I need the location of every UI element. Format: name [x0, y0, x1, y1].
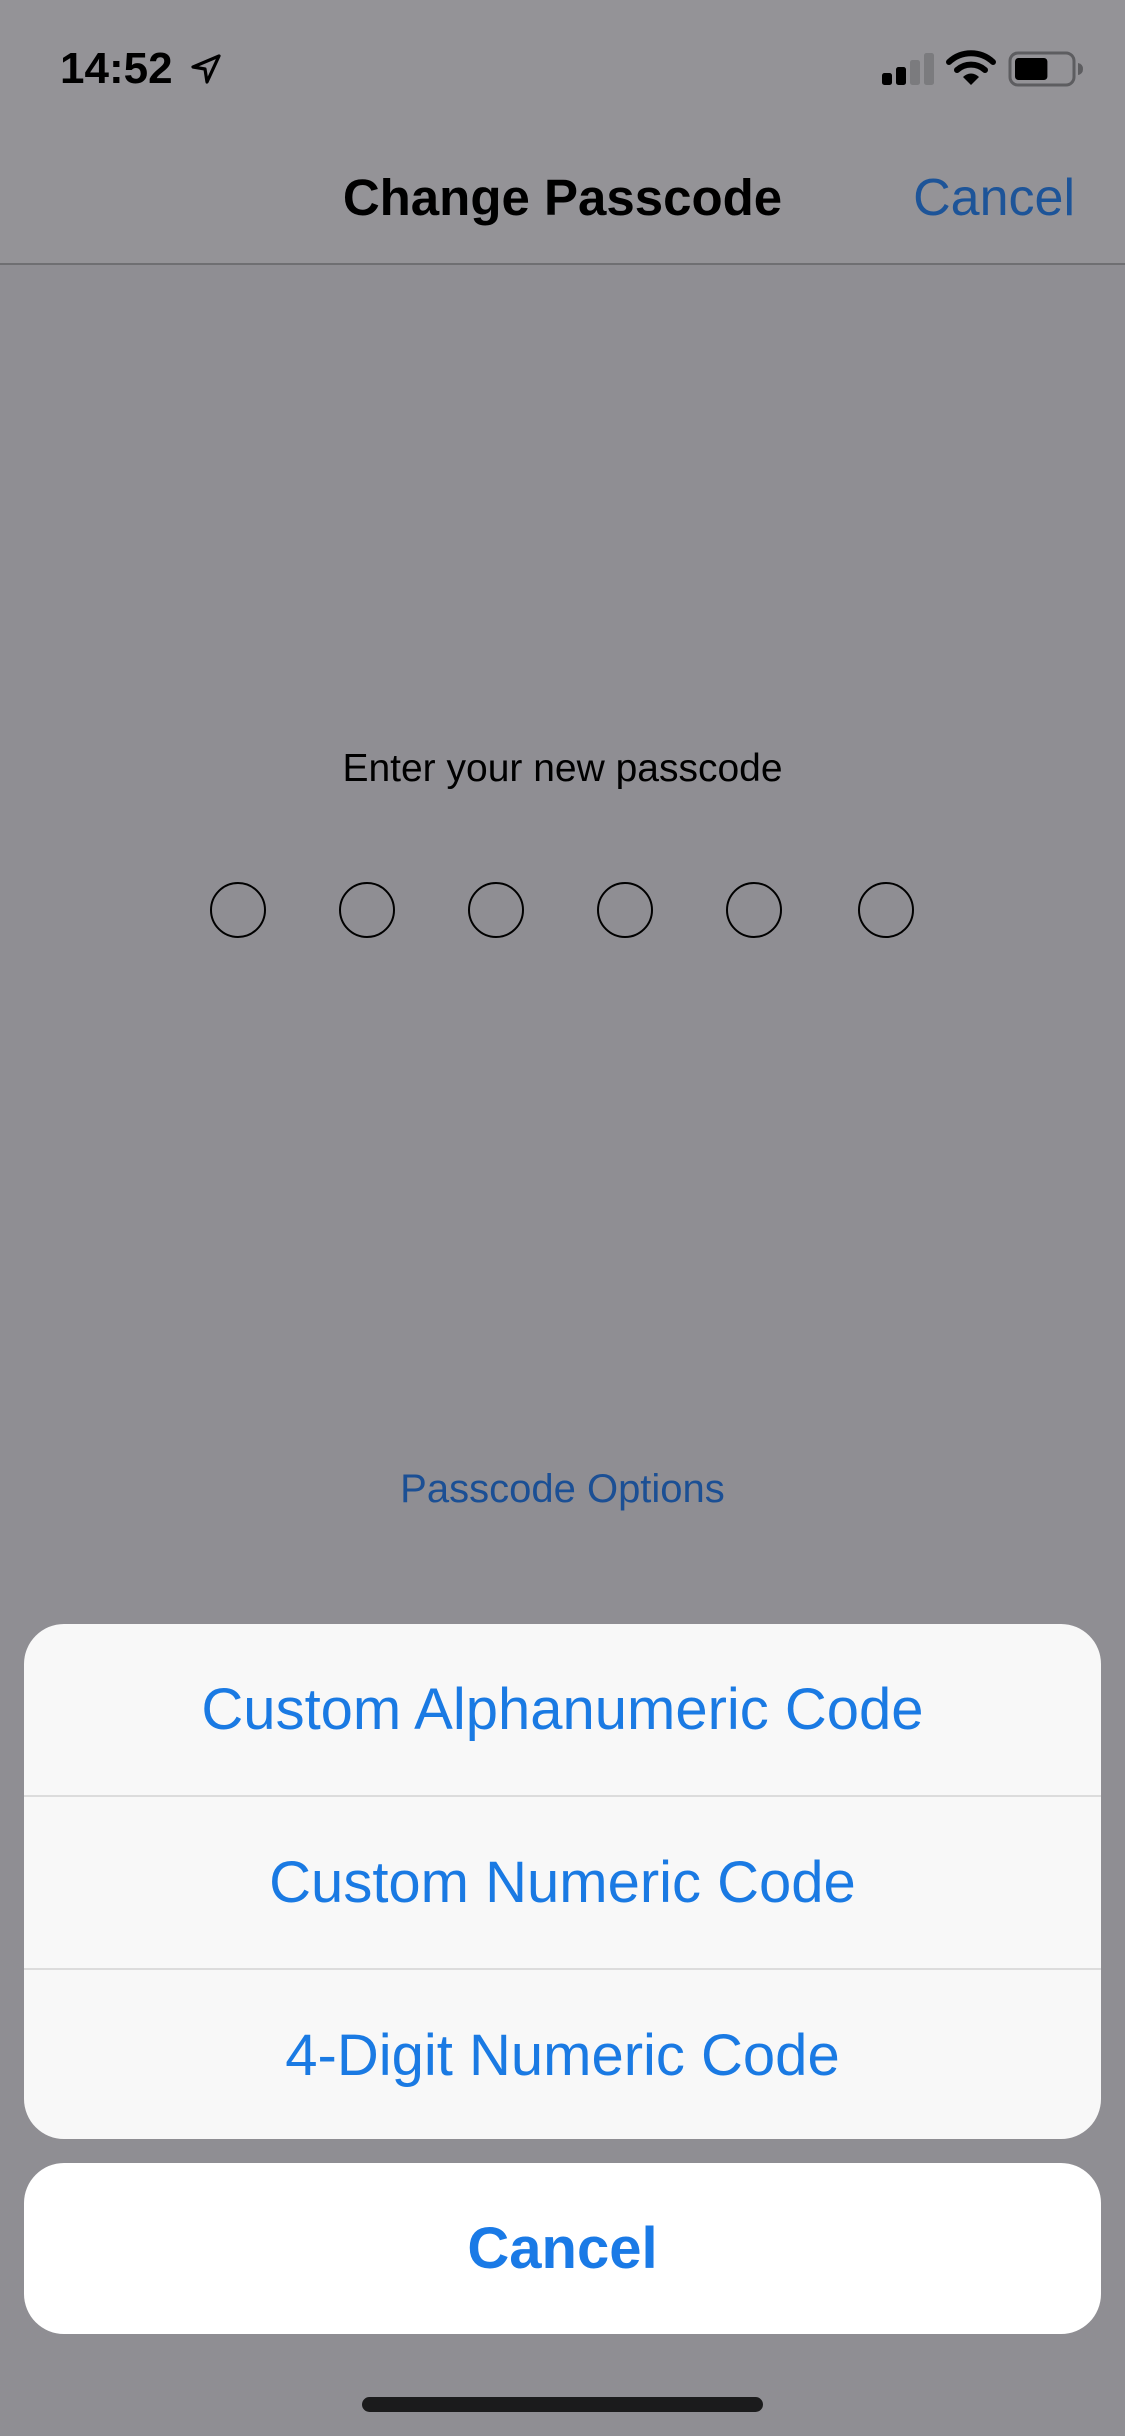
nav-divider — [0, 263, 1125, 265]
action-sheet-cancel-button[interactable]: Cancel — [24, 2163, 1101, 2334]
passcode-dot — [210, 882, 266, 938]
four-digit-numeric-code-option[interactable]: 4-Digit Numeric Code — [24, 1970, 1101, 2139]
custom-alphanumeric-code-option[interactable]: Custom Alphanumeric Code — [24, 1624, 1101, 1795]
cellular-signal-icon — [882, 53, 934, 85]
passcode-prompt: Enter your new passcode — [342, 747, 783, 790]
passcode-dot — [597, 882, 653, 938]
passcode-options-action-sheet: Custom Alphanumeric Code Custom Numeric … — [24, 1624, 1101, 2139]
passcode-options-link[interactable]: Passcode Options — [0, 1464, 1125, 1514]
battery-fill — [1015, 58, 1048, 80]
passcode-dot — [468, 882, 524, 938]
nav-cancel-button[interactable]: Cancel — [913, 168, 1075, 228]
signal-bar — [910, 60, 920, 85]
signal-bar — [924, 53, 934, 85]
battery-icon — [1008, 51, 1083, 87]
signal-bar — [882, 73, 892, 85]
passcode-dot — [726, 882, 782, 938]
home-indicator[interactable] — [362, 2397, 763, 2412]
signal-bar — [896, 67, 906, 85]
location-arrow-icon — [191, 54, 221, 84]
wifi-icon — [946, 50, 996, 85]
status-time: 14:52 — [60, 44, 173, 93]
passcode-dot — [339, 882, 395, 938]
custom-numeric-code-option[interactable]: Custom Numeric Code — [24, 1797, 1101, 1968]
passcode-dot — [858, 882, 914, 938]
passcode-dots — [0, 882, 1125, 938]
